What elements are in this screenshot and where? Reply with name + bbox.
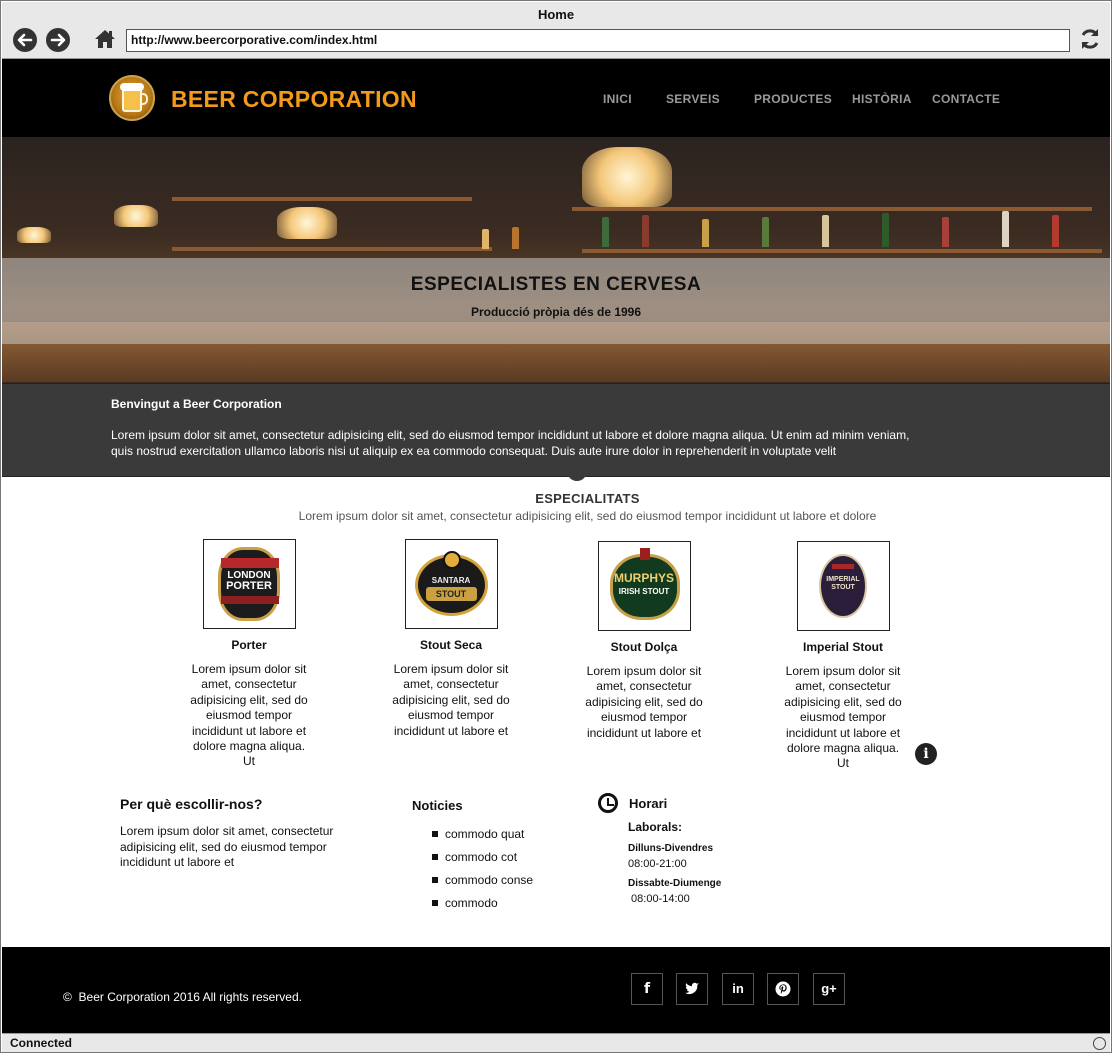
bottle	[642, 215, 649, 247]
news-item[interactable]: commodo quat	[432, 827, 533, 850]
product-name: Porter	[231, 638, 267, 652]
welcome-heading: Benvingut a Beer Corporation	[111, 397, 282, 411]
brand-name[interactable]: BEER CORPORATION	[171, 86, 417, 113]
stout-dolca-logo[interactable]: MURPHYS IRISH STOUT	[597, 541, 691, 631]
product-desc: Lorem ipsum dolor sit amet, consectetur …	[585, 664, 703, 740]
product-card-porter[interactable]: LONDON PORTER Porter Lorem ipsum dolor s…	[179, 539, 319, 770]
weekday-label: Dilluns-Divendres	[628, 843, 714, 854]
bottle	[762, 217, 769, 247]
clock-icon	[598, 793, 618, 813]
copyright-icon: ©	[63, 990, 72, 1004]
nav-serveis[interactable]: SERVEIS	[666, 92, 720, 106]
status-text: Connected	[10, 1036, 73, 1050]
news-item[interactable]: commodo	[432, 896, 533, 919]
bottle	[882, 213, 889, 247]
bottle	[602, 217, 609, 247]
arrow-left-icon	[17, 33, 33, 47]
news-heading: Noticies	[412, 798, 463, 813]
twitter-icon[interactable]	[676, 973, 708, 1005]
arrow-right-icon	[50, 33, 66, 47]
browser-toolbar: Home http://www.beercorporative.com/inde…	[2, 2, 1110, 59]
forward-button[interactable]	[46, 28, 70, 52]
hero-title: ESPECIALISTES EN CERVESA	[410, 274, 702, 295]
hanging-lamp	[582, 147, 672, 207]
weekend-time: 08:00-14:00	[628, 893, 690, 905]
site-footer: © Beer Corporation 2016 All rights reser…	[2, 947, 1110, 1033]
home-icon	[95, 30, 115, 48]
welcome-section: Benvingut a Beer Corporation Lorem ipsum…	[2, 383, 1110, 477]
why-text: Lorem ipsum dolor sit amet, consectetur …	[120, 824, 334, 869]
product-name: Imperial Stout	[802, 640, 883, 654]
bar-shelf	[172, 247, 492, 251]
hero-subtitle: Producció pròpia dés de 1996	[470, 305, 642, 319]
pinterest-shape	[775, 981, 791, 997]
weekend-label: Dissabte-Diumenge	[628, 878, 722, 889]
home-button[interactable]	[93, 27, 117, 51]
news-list: commodo quat commodo cot commodo conse c…	[432, 827, 533, 919]
hero-banner: ESPECIALISTES EN CERVESA Producció pròpi…	[2, 137, 1110, 383]
nav-contacte[interactable]: CONTACTE	[932, 92, 1000, 106]
product-name: Stout Seca	[419, 638, 482, 652]
hero-caption-band	[2, 258, 1110, 344]
product-desc: Lorem ipsum dolor sit amet, consectetur …	[392, 662, 510, 738]
back-button[interactable]	[13, 28, 37, 52]
product-desc: Lorem ipsum dolor sit amet, consectetur …	[190, 662, 308, 769]
google-plus-icon[interactable]: g+	[813, 973, 845, 1005]
info-icon[interactable]: i	[915, 743, 937, 765]
pinterest-icon[interactable]	[767, 973, 799, 1005]
hanging-lamp	[17, 227, 51, 243]
porter-logo[interactable]: LONDON PORTER	[202, 539, 296, 629]
foam-shape	[120, 83, 144, 91]
nav-productes[interactable]: PRODUCTES	[754, 92, 832, 106]
news-item[interactable]: commodo conse	[432, 873, 533, 896]
imperial-stout-logo[interactable]: IMPERIAL STOUT	[796, 541, 890, 631]
copyright: © Beer Corporation 2016 All rights reser…	[63, 990, 302, 1004]
product-card-imperial-stout[interactable]: IMPERIAL STOUT Imperial Stout Lorem ipsu…	[773, 541, 913, 772]
product-desc: Lorem ipsum dolor sit amet, consectetur …	[784, 664, 902, 771]
bottle	[822, 215, 829, 247]
nav-inici[interactable]: INICI	[603, 92, 632, 106]
news-item[interactable]: commodo cot	[432, 850, 533, 873]
copyright-text: Beer Corporation 2016 All rights reserve…	[78, 990, 302, 1004]
bottle	[482, 229, 489, 249]
window-title: Home	[537, 7, 575, 22]
product-card-stout-seca[interactable]: SANTARA STOUT Stout Seca Lorem ipsum dol…	[381, 539, 521, 739]
bar-shelf	[572, 207, 1092, 211]
bottle	[942, 217, 949, 247]
beer-mug-logo[interactable]	[109, 75, 155, 121]
hours-label: Laborals:	[628, 820, 683, 834]
twitter-bird-shape	[685, 982, 699, 995]
specials-subtitle: Lorem ipsum dolor sit amet, consectetur …	[298, 509, 877, 523]
stout-seca-logo[interactable]: SANTARA STOUT	[404, 539, 498, 629]
product-name: Stout Dolça	[610, 640, 678, 654]
reload-icon	[1081, 29, 1099, 49]
nav-historia[interactable]: HISTÒRIA	[852, 92, 912, 106]
weekday-time: 08:00-21:00	[628, 858, 687, 870]
reload-button[interactable]	[1077, 26, 1103, 52]
hanging-lamp	[114, 205, 158, 227]
address-bar[interactable]: http://www.beercorporative.com/index.htm…	[126, 29, 1070, 52]
bar-shelf	[172, 197, 472, 201]
facebook-icon[interactable]: f	[631, 973, 663, 1005]
linkedin-icon[interactable]: in	[722, 973, 754, 1005]
welcome-text: Lorem ipsum dolor sit amet, consectetur …	[111, 428, 910, 458]
hours-heading: Horari	[629, 796, 668, 811]
globe-icon	[1093, 1037, 1106, 1050]
bottle	[1052, 215, 1059, 247]
why-heading: Per què escollir-nos?	[120, 796, 263, 812]
status-bar: Connected	[2, 1033, 1110, 1052]
bottle	[702, 219, 709, 247]
handle-shape	[140, 93, 148, 105]
hanging-lamp	[277, 207, 337, 239]
bottle	[1002, 211, 1009, 247]
bar-shelf	[582, 249, 1102, 253]
browser-window: Home http://www.beercorporative.com/inde…	[0, 0, 1112, 1053]
product-card-stout-dolca[interactable]: MURPHYS IRISH STOUT Stout Dolça Lorem ip…	[574, 541, 714, 741]
site-header: BEER CORPORATION INICI SERVEIS PRODUCTES…	[2, 59, 1110, 137]
specials-title: ESPECIALITATS	[535, 491, 640, 506]
bottle	[512, 227, 519, 249]
scroll-indicator[interactable]	[567, 465, 587, 481]
